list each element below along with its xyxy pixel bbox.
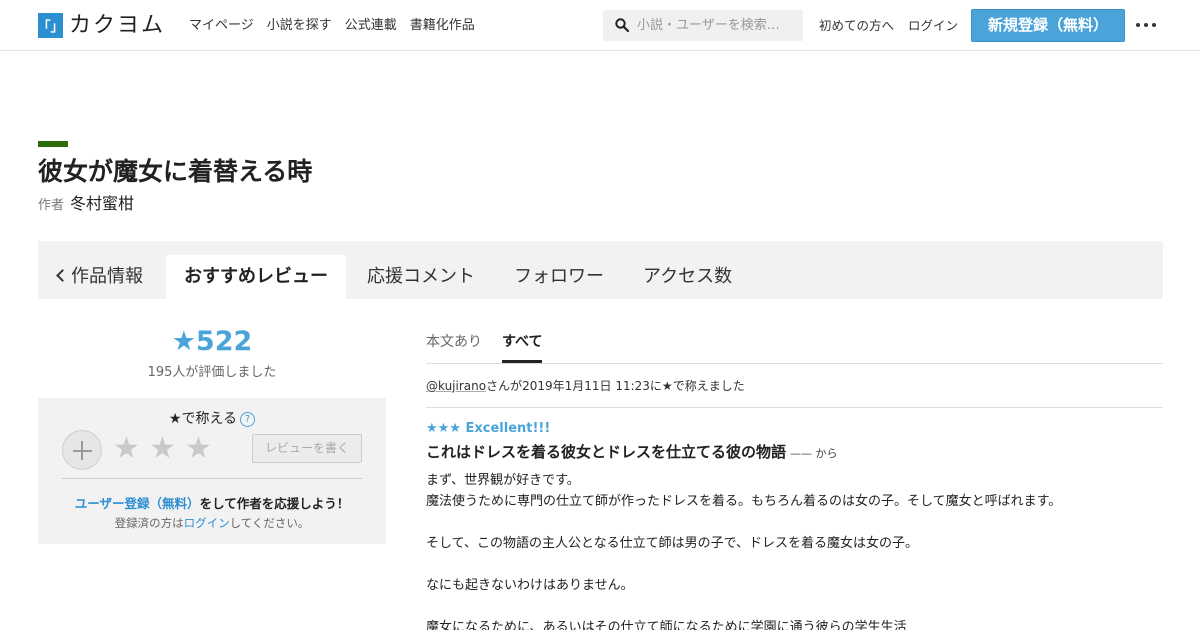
register-cta-link[interactable]: ユーザー登録（無料） (75, 496, 200, 511)
help-icon[interactable]: ? (240, 412, 256, 427)
star-icon[interactable]: ★ (185, 431, 212, 467)
login-link[interactable]: ログイン (908, 17, 958, 35)
review-line (426, 596, 1163, 617)
search-box (603, 10, 803, 41)
tab-followers[interactable]: フォロワー (514, 255, 604, 299)
tab-support-comments[interactable]: 応援コメント (367, 255, 475, 299)
register-cta: ユーザー登録（無料）をして作者を応援しよう！ (38, 493, 386, 512)
author-name[interactable]: 冬村蜜柑 (70, 190, 134, 214)
praise-panel: ★で称える? ★ ★ ★ レビューを書く ユーザー登録（無料）をして作者を応援し… (38, 398, 386, 544)
review-line: 魔法使うために専門の仕立て師が作ったドレスを着る。もちろん着るのは女の子。そして… (426, 494, 1062, 509)
author-row: 作者 冬村蜜柑 (38, 190, 134, 214)
more-menu-icon[interactable] (1136, 23, 1156, 29)
nav-mypage[interactable]: マイページ (189, 17, 254, 35)
review-meta-text: さんが2019年1月11日 11:23に★で称えました (486, 379, 745, 393)
review-from: —— から (790, 447, 838, 460)
register-button[interactable]: 新規登録（無料） (971, 9, 1125, 42)
review-body: まず、世界観が好きです。 魔法使うために専門の仕立て師が作ったドレスを着る。もち… (426, 470, 1163, 630)
tab-recommended-reviews[interactable]: おすすめレビュー (166, 255, 346, 299)
nav-official-series[interactable]: 公式連載 (345, 17, 397, 35)
site-logo[interactable]: 「」 カクヨム (38, 13, 165, 38)
praise-title-text: ★で称える (168, 411, 238, 427)
rater-count: 195人が評価しました (147, 365, 277, 380)
star-icon[interactable]: ★ (149, 431, 176, 467)
reviewer-username[interactable]: @kujirano (426, 379, 486, 393)
search-icon[interactable] (615, 18, 629, 32)
login-note-post: してください。 (229, 516, 310, 530)
login-note: 登録済の方はログインしてください。 (38, 515, 386, 531)
login-note-link[interactable]: ログイン (184, 516, 230, 530)
review-title[interactable]: これはドレスを着る彼女とドレスを仕立てる彼の物語 —— から (426, 441, 838, 462)
logo-mark: 「」 (38, 13, 64, 38)
chevron-left-icon (56, 269, 69, 282)
praise-title: ★で称える? (38, 408, 386, 428)
filter-with-text[interactable]: 本文あり (426, 330, 482, 363)
review-line: なにも起きないわけはありません。 (426, 578, 634, 593)
register-cta-text: をして作者を応援しよう！ (199, 496, 350, 511)
title-accent-bar (38, 141, 68, 147)
tab-work-info[interactable]: 作品情報 (56, 255, 143, 299)
tab-work-info-label: 作品情報 (71, 266, 143, 287)
review-meta: @kujiranoさんが2019年1月11日 11:23に★で称えました (426, 377, 745, 394)
review-line: 魔女になるために、あるいはその仕立て師になるために学園に通う彼らの学生生活 (426, 620, 907, 630)
rating-summary: ★522 195人が評価しました (38, 325, 386, 380)
work-title[interactable]: 彼女が魔女に着替える時 (38, 156, 312, 188)
divider (62, 478, 362, 479)
review-line: そして、この物語の主人公となる仕立て師は男の子で、ドレスを着る魔女は女の子。 (426, 536, 919, 551)
logo-text: カクヨム (69, 13, 166, 38)
main-nav: マイページ 小説を探す 公式連載 書籍化作品 (189, 17, 488, 35)
review-title-text: これはドレスを着る彼女とドレスを仕立てる彼の物語 (426, 443, 787, 461)
review-line (426, 512, 1163, 533)
first-time-link[interactable]: 初めての方へ (819, 17, 894, 35)
star-icon[interactable]: ★ (113, 431, 140, 467)
login-note-pre: 登録済の方は (114, 516, 184, 530)
plus-icon[interactable] (62, 430, 102, 470)
tab-access-count[interactable]: アクセス数 (643, 255, 732, 299)
review-line: まず、世界観が好きです。 (426, 473, 580, 488)
star-score: ★522 (171, 326, 253, 357)
work-tabs: 作品情報 おすすめレビュー 応援コメント フォロワー アクセス数 (38, 241, 1163, 299)
review-filter-tabs: 本文あり すべて (426, 330, 1163, 364)
divider (426, 407, 1163, 408)
nav-published-works[interactable]: 書籍化作品 (410, 17, 475, 35)
filter-all[interactable]: すべて (502, 330, 543, 363)
search-input[interactable] (637, 10, 799, 41)
nav-find-novels[interactable]: 小説を探す (267, 17, 332, 35)
review-rating: ★★★ Excellent!!! (426, 421, 551, 436)
review-line (426, 554, 1163, 575)
site-header: 「」 カクヨム マイページ 小説を探す 公式連載 書籍化作品 初めての方へ ログ… (0, 0, 1200, 51)
write-review-button[interactable]: レビューを書く (252, 434, 362, 463)
author-label: 作者 (38, 198, 65, 213)
